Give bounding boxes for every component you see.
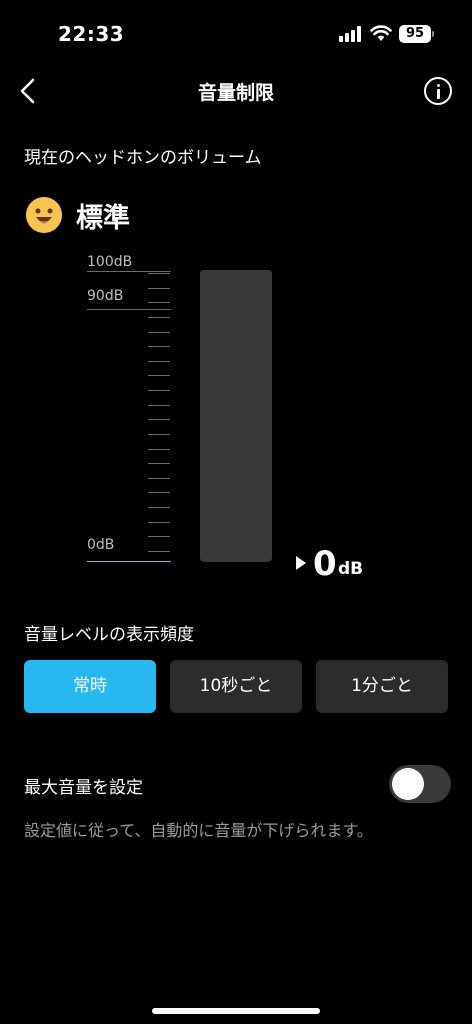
- scale-tick: [148, 375, 170, 376]
- scale-tick: [148, 361, 170, 362]
- frequency-option-always[interactable]: 常時: [24, 660, 156, 713]
- scale-tick: [148, 317, 170, 318]
- current-volume-value: 0: [313, 544, 337, 584]
- scale-tick: [148, 288, 170, 289]
- scale-tick: [148, 302, 170, 303]
- battery-icon: 95: [399, 25, 431, 43]
- scale-label-100db: 100dB: [87, 254, 133, 270]
- scale-line-90db: [87, 309, 171, 310]
- volume-status: 標準: [76, 203, 130, 234]
- max-volume-label: 最大音量を設定: [24, 778, 143, 798]
- scale-tick: [148, 536, 170, 537]
- scale-tick: [148, 478, 170, 479]
- scale-tick: [148, 390, 170, 391]
- max-volume-toggle[interactable]: [389, 765, 451, 803]
- current-volume-unit: dB: [338, 559, 364, 579]
- current-volume-label: 現在のヘッドホンのボリューム: [24, 148, 262, 168]
- scale-label-90db: 90dB: [87, 288, 124, 304]
- scale-tick: [148, 507, 170, 508]
- scale-line-100db: [87, 271, 171, 272]
- scale-tick: [148, 346, 170, 347]
- frequency-option-1min[interactable]: 1分ごと: [316, 660, 448, 713]
- scale-tick: [148, 332, 170, 333]
- scale-tick: [148, 449, 170, 450]
- scale-tick: [148, 434, 170, 435]
- info-icon[interactable]: [424, 77, 452, 105]
- volume-meter-bar: [200, 270, 272, 562]
- scale-tick: [148, 522, 170, 523]
- scale-tick: [148, 273, 170, 274]
- page-title: 音量制限: [197, 82, 274, 104]
- scale-tick: [148, 463, 170, 464]
- frequency-option-10s[interactable]: 10秒ごと: [170, 660, 302, 713]
- scale-tick: [148, 405, 170, 406]
- home-indicator[interactable]: [152, 1008, 320, 1014]
- wifi-icon: [370, 25, 392, 41]
- toggle-knob: [392, 768, 424, 800]
- scale-tick: [148, 551, 170, 552]
- max-volume-description: 設定値に従って、自動的に音量が下げられます。: [24, 821, 373, 840]
- battery-tip: [432, 31, 434, 37]
- smiling-face-icon: [26, 197, 62, 233]
- scale-tick: [148, 492, 170, 493]
- scale-tick: [148, 419, 170, 420]
- display-frequency-label: 音量レベルの表示頻度: [24, 625, 194, 645]
- volume-pointer-icon: [296, 556, 306, 570]
- scale-line-0db: [87, 561, 171, 562]
- scale-label-0db: 0dB: [87, 537, 115, 553]
- status-time: 22:33: [58, 22, 125, 46]
- cellular-signal-icon: [339, 26, 363, 42]
